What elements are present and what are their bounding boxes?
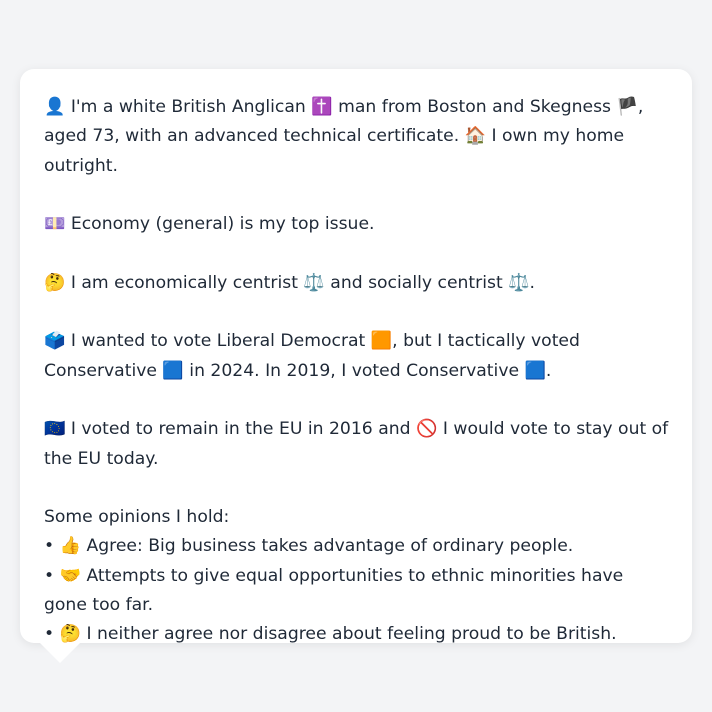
opinion-item: • 🤝 Attempts to give equal opportunities… [44,565,624,616]
voting-history-paragraph: 🗳️ I wanted to vote Liberal Democrat 🟧, … [44,331,580,381]
opinions-section: Some opinions I hold: • 👍 Agree: Big bus… [44,503,670,649]
top-issue-paragraph: 💷 Economy (general) is my top issue. [44,214,375,235]
eu-paragraph: 🇪🇺 I voted to remain in the EU in 2016 a… [44,419,669,469]
opinion-item: • 👍 Agree: Big business takes advantage … [44,536,574,557]
bubble-tail [40,643,80,663]
opinions-heading: Some opinions I hold: [44,507,230,528]
opinion-item: • 🤔 I neither agree nor disagree about f… [44,624,617,645]
chat-message-bubble: 👤 I'm a white British Anglican ✝️ man fr… [20,69,692,644]
ideology-paragraph: 🤔 I am economically centrist ⚖️ and soci… [44,272,536,293]
profile-paragraph: 👤 I'm a white British Anglican ✝️ man fr… [44,97,644,176]
